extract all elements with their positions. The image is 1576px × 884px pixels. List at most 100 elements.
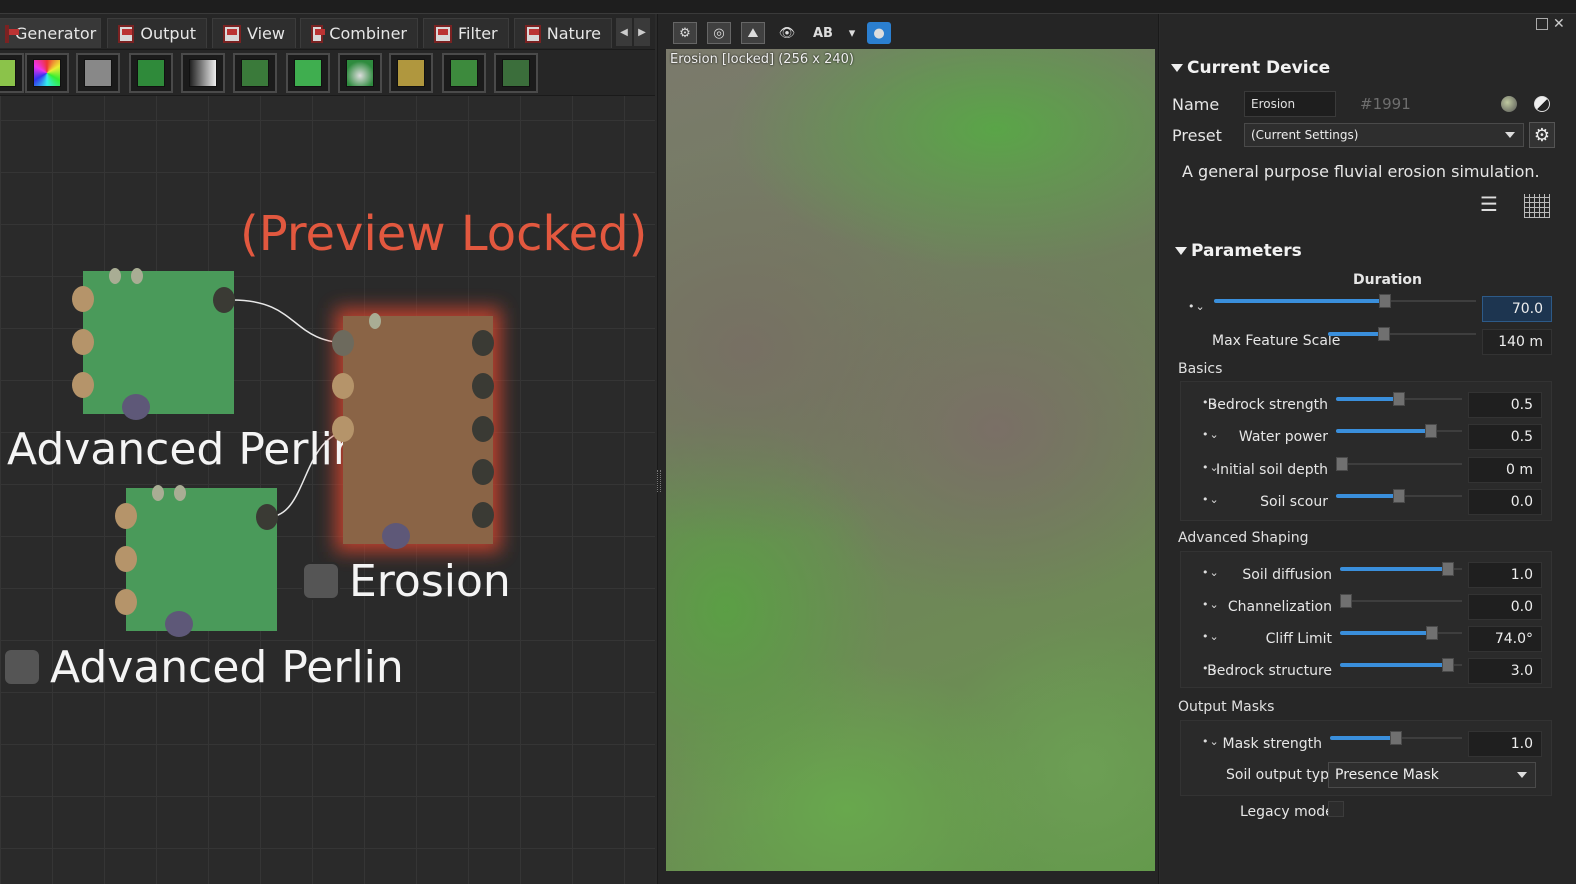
eye-icon[interactable]: 👁	[775, 22, 799, 44]
viewport-label: Erosion [locked] (256 x 240)	[670, 52, 854, 67]
camera-icon[interactable]: ●	[867, 22, 891, 44]
contrast-icon[interactable]	[1534, 96, 1550, 112]
name-field[interactable]: Erosion	[1244, 91, 1336, 117]
port-top[interactable]	[109, 268, 121, 284]
port-top[interactable]	[152, 485, 164, 501]
group-header: Advanced Shaping	[1178, 530, 1309, 546]
collapse-triangle-icon	[1171, 64, 1183, 72]
param-label: Initial soil depth	[1215, 462, 1328, 478]
param-slider[interactable]	[1340, 626, 1462, 640]
port-output[interactable]	[472, 502, 494, 528]
chevron-down-icon[interactable]: ▾	[847, 22, 857, 44]
param-value[interactable]: 0.5	[1468, 424, 1542, 450]
node-label-perlin-bottom: Advanced Perlin	[50, 642, 404, 693]
param-label: Cliff Limit	[1265, 631, 1332, 647]
port-input[interactable]	[72, 372, 94, 398]
node-enable-checkbox-erosion[interactable]	[302, 562, 340, 600]
node-erosion[interactable]	[332, 313, 494, 549]
duration-value[interactable]: 70.0	[1482, 296, 1552, 322]
profile-icon[interactable]: ⛰	[741, 22, 765, 44]
param-slider[interactable]	[1330, 731, 1462, 745]
port-input[interactable]	[72, 286, 94, 312]
ab-compare-button[interactable]: AB	[809, 22, 837, 44]
param-modifier-icon[interactable]: •⌄	[1202, 493, 1220, 506]
grid-settings-icon[interactable]	[1524, 194, 1550, 218]
port-output[interactable]	[472, 373, 494, 399]
preset-select[interactable]: (Current Settings)	[1244, 123, 1524, 147]
port-top[interactable]	[174, 485, 186, 501]
collapse-triangle-icon	[1175, 247, 1187, 255]
device-description: A general purpose fluvial erosion simula…	[1182, 162, 1540, 181]
name-label: Name	[1172, 95, 1220, 114]
port-top[interactable]	[131, 268, 143, 284]
param-modifier-icon[interactable]: •⌄	[1202, 598, 1220, 611]
legacy-mode-checkbox[interactable]	[1328, 801, 1344, 817]
port-output[interactable]	[472, 459, 494, 485]
param-modifier-icon[interactable]: •⌄	[1202, 566, 1220, 579]
device-color-icon[interactable]	[1501, 96, 1517, 112]
port-mask[interactable]	[165, 611, 193, 637]
legacy-mode-label: Legacy mode	[1240, 804, 1334, 820]
float-panel-icon[interactable]	[1536, 18, 1548, 30]
port-mask[interactable]	[122, 394, 150, 420]
param-slider[interactable]	[1336, 424, 1462, 438]
param-label: Bedrock strength	[1207, 397, 1328, 413]
param-slider[interactable]	[1340, 658, 1462, 672]
param-slider[interactable]	[1336, 392, 1462, 406]
soil-output-type-select[interactable]: Presence Mask	[1328, 762, 1536, 788]
param-modifier-icon[interactable]: •⌄	[1202, 630, 1220, 643]
param-modifier-icon[interactable]: •⌄	[1202, 735, 1220, 748]
soil-output-type-label: Soil output type	[1226, 767, 1338, 783]
param-slider[interactable]	[1340, 594, 1462, 608]
chevron-down-icon	[1505, 132, 1515, 138]
port-input[interactable]	[115, 546, 137, 572]
param-modifier-icon[interactable]: •⌄	[1188, 300, 1206, 313]
port-input[interactable]	[332, 373, 354, 399]
sliders-icon[interactable]: ☰	[1480, 194, 1508, 218]
param-label: Mask strength	[1222, 736, 1322, 752]
node-label-erosion: Erosion	[349, 556, 511, 607]
port-output[interactable]	[472, 330, 494, 356]
param-value[interactable]: 3.0	[1468, 658, 1542, 684]
render-settings-icon[interactable]: ⚙	[673, 22, 697, 44]
param-value[interactable]: 0.5	[1468, 392, 1542, 418]
node-advanced-perlin-top[interactable]	[72, 268, 235, 420]
terrain-preview[interactable]	[666, 49, 1155, 871]
close-icon[interactable]: ✕	[1553, 16, 1565, 32]
node-advanced-perlin-bottom[interactable]	[115, 485, 278, 637]
param-value[interactable]: 74.0°	[1468, 626, 1542, 652]
node-enable-checkbox-perlin-bottom[interactable]	[3, 648, 41, 686]
port-input[interactable]	[72, 329, 94, 355]
param-value[interactable]: 0 m	[1468, 457, 1542, 483]
param-value[interactable]: 1.0	[1468, 731, 1542, 757]
orbit-icon[interactable]: ◎	[707, 22, 731, 44]
param-modifier-icon[interactable]: •⌄	[1202, 428, 1220, 441]
param-slider[interactable]	[1336, 457, 1462, 471]
parameters-header[interactable]: Parameters	[1175, 241, 1302, 261]
param-label: Soil diffusion	[1242, 567, 1332, 583]
port-top[interactable]	[369, 313, 381, 329]
param-value[interactable]: 1.0	[1468, 562, 1542, 588]
param-slider[interactable]	[1340, 562, 1462, 576]
port-input[interactable]	[332, 416, 354, 442]
port-input[interactable]	[332, 330, 354, 356]
param-label: Bedrock structure	[1207, 663, 1332, 679]
param-value[interactable]: 0.0	[1468, 594, 1542, 620]
max-feature-scale-slider[interactable]	[1328, 327, 1476, 341]
duration-label: Duration	[1353, 272, 1423, 288]
max-feature-scale-value[interactable]: 140 m	[1482, 329, 1552, 355]
duration-slider[interactable]	[1214, 294, 1476, 308]
param-slider[interactable]	[1336, 489, 1462, 503]
chevron-down-icon	[1517, 772, 1527, 778]
splitter-handle-left[interactable]	[657, 470, 661, 492]
port-input[interactable]	[115, 503, 137, 529]
port-mask[interactable]	[382, 523, 410, 549]
port-output[interactable]	[213, 287, 235, 313]
port-output[interactable]	[256, 504, 278, 530]
current-device-header[interactable]: Current Device	[1171, 58, 1330, 78]
device-id: #1991	[1360, 95, 1411, 113]
param-value[interactable]: 0.0	[1468, 489, 1542, 515]
preset-settings-gear-icon[interactable]: ⚙	[1529, 122, 1555, 148]
port-output[interactable]	[472, 416, 494, 442]
port-input[interactable]	[115, 589, 137, 615]
